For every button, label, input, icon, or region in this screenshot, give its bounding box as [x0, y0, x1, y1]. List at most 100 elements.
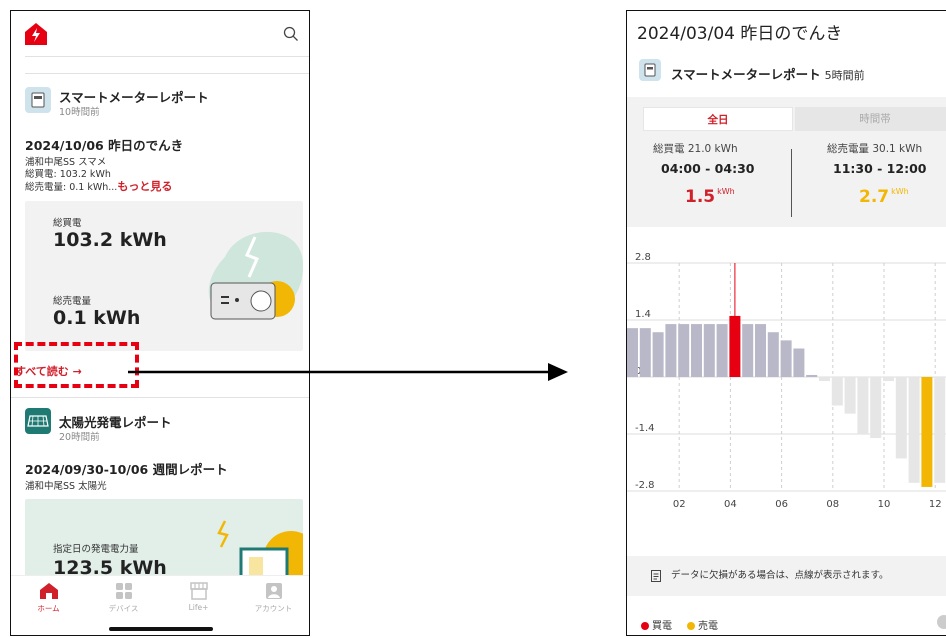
nav-home[interactable]: ホーム	[11, 582, 86, 614]
solar-gen-label: 指定日の発電電力量	[53, 544, 139, 555]
summary-divider	[791, 149, 792, 217]
buy-bar	[767, 332, 779, 377]
sell-bar	[908, 377, 920, 483]
document-icon	[651, 570, 661, 582]
buy-bar	[678, 324, 690, 377]
missing-data-note: データに欠損がある場合は、点線が表示されます。	[627, 556, 946, 596]
card-time: 10時間前	[59, 107, 100, 118]
legend-buy: 買電	[641, 617, 672, 632]
missing-data-note-text: データに欠損がある場合は、点線が表示されます。	[671, 570, 889, 581]
legend-sell: 売電	[687, 617, 718, 632]
sell-bar	[844, 377, 856, 414]
buy-bar	[793, 348, 805, 377]
peak-buy-number: 1.5	[685, 187, 716, 207]
buy-label: 総買電	[53, 218, 82, 229]
sell-bar	[819, 377, 830, 382]
buy-bar	[691, 324, 702, 377]
nav-account[interactable]: アカウント	[236, 582, 309, 614]
summary-panel: 総買電 103.2 kWh 総売電量 0.1 kWh	[25, 201, 303, 351]
x-tick-label: 08	[826, 499, 839, 510]
x-tick-label: 04	[724, 499, 737, 510]
peak-sell-number: 2.7	[859, 187, 890, 207]
header-divider	[25, 56, 309, 57]
peak-buy-unit: kWh	[717, 187, 735, 196]
report-sell: 総売電量: 0.1 kWh...もっと見る	[25, 178, 172, 194]
solar-card-time: 20時間前	[59, 432, 100, 443]
report-title: 2024/10/06 昨日のでんき	[25, 138, 184, 153]
buy-bar	[703, 324, 715, 377]
sell-bar	[831, 377, 843, 406]
buy-bar	[665, 324, 677, 377]
buy-bar	[627, 328, 638, 377]
y-tick-label: 2.8	[635, 252, 651, 263]
report-source-time: 5時間前	[824, 69, 865, 82]
peak-sell-unit: kWh	[891, 187, 909, 196]
devices-grid-icon	[115, 583, 132, 599]
highlight-dashed-box	[14, 342, 139, 388]
nav-devices[interactable]: デバイス	[86, 582, 161, 614]
section-divider	[25, 73, 309, 74]
home-indicator	[109, 627, 213, 631]
left-phone-screen: スマートメーターレポート 10時間前 2024/10/06 昨日のでんき 浦和中…	[10, 10, 310, 636]
period-segmented-control: 全日 時間帯	[643, 107, 946, 131]
toggle-knob[interactable]	[937, 615, 946, 629]
report-detail-title: 2024/03/04 昨日のでんき	[637, 24, 843, 44]
legend-sell-label: 売電	[698, 621, 718, 632]
total-sell-label: 総売電量 30.1 kWh	[827, 143, 923, 155]
sell-bar	[934, 377, 946, 483]
peak-buy-value: 1.5 kWh	[685, 187, 735, 207]
buy-bar	[806, 374, 818, 377]
nav-life-plus[interactable]: Life+	[161, 582, 236, 612]
arrow-head	[548, 363, 568, 381]
smart-meter-icon	[639, 59, 661, 81]
smart-meter-icon	[25, 87, 51, 113]
sell-bar	[895, 377, 907, 459]
store-icon	[189, 582, 208, 600]
tab-time-slot[interactable]: 時間帯	[795, 107, 946, 131]
solar-report-site: 浦和中尾SS 太陽光	[25, 481, 107, 492]
buy-bar	[716, 324, 728, 377]
x-tick-label: 12	[929, 499, 942, 510]
nav-life-plus-label: Life+	[188, 603, 209, 612]
search-icon[interactable]	[283, 26, 299, 42]
peak-sell-value: 2.7 kWh	[859, 187, 909, 207]
app-logo-icon	[25, 23, 47, 45]
bottom-navigation: ホーム デバイス Life+ アカウント	[11, 575, 309, 635]
solar-house-illustration-icon	[217, 520, 303, 579]
app-header	[11, 11, 309, 57]
nav-home-label: ホーム	[37, 604, 60, 613]
buy-bar	[652, 332, 664, 377]
buy-bar	[780, 340, 792, 377]
sell-bar	[883, 377, 894, 382]
sell-value: 0.1 kWh	[53, 307, 141, 329]
solar-report-title: 2024/09/30-10/06 週間レポート	[25, 462, 228, 477]
x-tick-label: 06	[775, 499, 788, 510]
report-source: スマートメーターレポート 5時間前	[671, 64, 865, 83]
solar-summary-panel: 指定日の発電電力量 123.5 kWh	[25, 499, 303, 579]
solar-panel-icon	[25, 408, 51, 434]
peak-buy-time: 04:00 - 04:30	[661, 161, 755, 176]
y-tick-label: 1.4	[635, 309, 651, 320]
legend-sell-dot	[687, 622, 695, 630]
power-bar-chart: 2.81.40.0-1.4-2.8020406081012	[627, 252, 946, 510]
account-icon	[265, 583, 282, 599]
y-tick-label: -1.4	[635, 423, 655, 434]
buy-bar	[755, 324, 766, 377]
legend-buy-label: 買電	[652, 621, 672, 632]
sell-bar	[857, 377, 869, 434]
total-buy-label: 総買電 21.0 kWh	[653, 143, 738, 155]
home-icon	[39, 583, 58, 599]
peak-sell-time: 11:30 - 12:00	[833, 161, 927, 176]
nav-devices-label: デバイス	[108, 604, 139, 613]
see-more-link[interactable]: もっと見る	[117, 180, 172, 193]
buy-bar	[639, 328, 651, 377]
card-divider	[11, 397, 309, 398]
x-tick-label: 02	[673, 499, 686, 510]
nav-account-label: アカウント	[254, 604, 293, 613]
x-tick-label: 10	[878, 499, 891, 510]
tab-all-day[interactable]: 全日	[643, 107, 793, 131]
sell-bar	[921, 377, 933, 487]
buy-bar	[742, 324, 754, 377]
report-source-title: スマートメーターレポート	[671, 67, 821, 82]
y-tick-label: -2.8	[635, 480, 655, 491]
